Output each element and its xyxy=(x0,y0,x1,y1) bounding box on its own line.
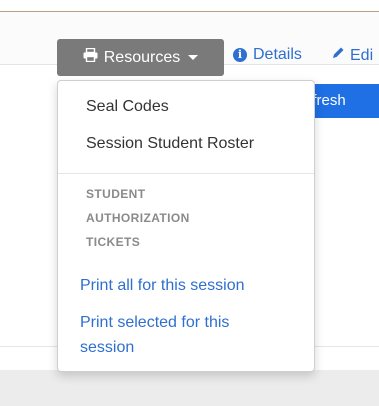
footer-band xyxy=(0,370,379,406)
resources-dropdown-menu: Seal Codes Session Student Roster STUDEN… xyxy=(57,80,315,372)
print-selected-link-line: Print selected for this xyxy=(80,314,230,331)
print-selected-link[interactable]: Print selected for this session xyxy=(80,310,229,360)
edit-link-label: Edi xyxy=(350,46,374,64)
details-link-label: Details xyxy=(253,46,302,63)
menu-section-header-line: STUDENT xyxy=(86,187,146,201)
menu-item-session-student-roster[interactable]: Session Student Roster xyxy=(86,135,254,153)
print-icon xyxy=(83,47,98,67)
print-all-link[interactable]: Print all for this session xyxy=(80,273,245,298)
menu-item-seal-codes[interactable]: Seal Codes xyxy=(86,98,169,116)
caret-down-icon xyxy=(188,55,199,60)
pencil-icon xyxy=(331,46,345,65)
resources-button[interactable]: Resources xyxy=(57,39,224,76)
menu-section-header-line: TICKETS xyxy=(86,235,141,249)
menu-section-header: STUDENT AUTHORIZATION TICKETS xyxy=(86,182,236,254)
menu-divider xyxy=(58,173,314,174)
resources-button-label: Resources xyxy=(103,48,181,66)
edit-link[interactable]: Edi xyxy=(331,46,373,65)
details-link[interactable]: i Details xyxy=(233,46,302,64)
print-selected-link-line: session xyxy=(80,339,135,356)
menu-section-header-line: AUTHORIZATION xyxy=(86,211,190,225)
info-circle-icon: i xyxy=(233,48,247,62)
